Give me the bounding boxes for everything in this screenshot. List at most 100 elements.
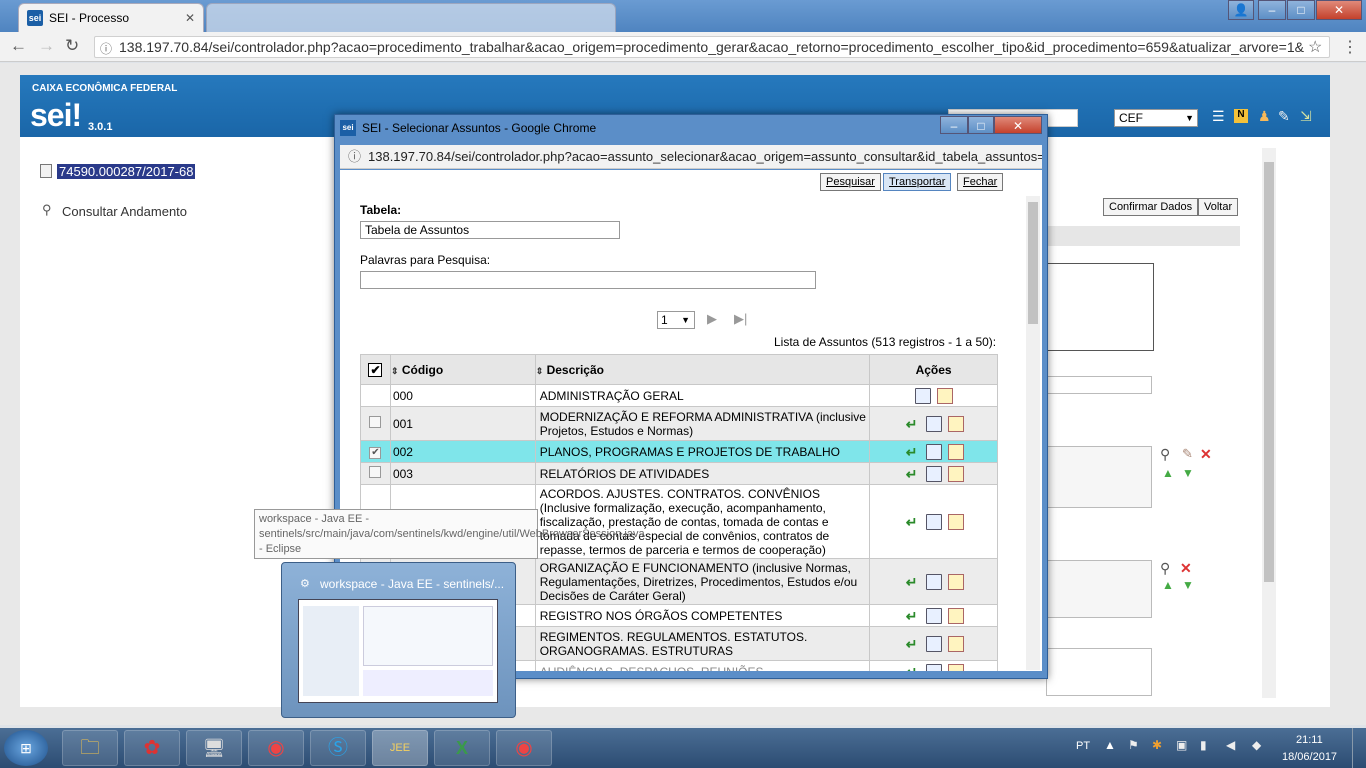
process-number[interactable]: 74590.000287/2017-68 [57,164,196,179]
clock-time[interactable]: 21:11 [1296,734,1323,746]
remove-interested-icon[interactable]: ✕ [1180,560,1192,577]
transport-icon[interactable]: ↵ [904,514,920,530]
browser-tab[interactable]: sei SEI - Processo ✕ [18,3,204,32]
skype-icon[interactable]: Ⓢ [310,730,366,766]
menu-list-icon[interactable]: ☰ [1212,108,1225,125]
unit-select[interactable]: CEF ▼ [1114,109,1198,127]
maximize-button[interactable]: □ [1287,0,1315,20]
user-icon[interactable]: ♟ [1258,108,1271,125]
edit-icon[interactable] [947,415,964,432]
tray-app-icon[interactable]: ✱ [1152,738,1162,752]
move-up-icon[interactable]: ▲ [1162,466,1174,480]
edit-icon[interactable] [947,443,964,460]
close-window-button[interactable]: ✕ [1316,0,1362,20]
back-button[interactable]: Voltar [1198,198,1239,216]
view-icon[interactable] [925,465,942,482]
transport-icon[interactable]: ↵ [904,466,920,482]
move-down-icon[interactable]: ▼ [1182,466,1194,480]
subjects-list[interactable] [1046,446,1152,508]
tray-extra-icon[interactable]: ◆ [1252,738,1261,752]
chrome-icon[interactable]: ◉ [248,730,304,766]
view-icon[interactable] [925,443,942,460]
pesquisar-button[interactable]: Pesquisar [820,173,881,191]
remote-desktop-icon[interactable]: 🖥 [186,730,242,766]
observations-textarea[interactable] [1046,648,1152,696]
text-area-box[interactable] [1046,263,1154,351]
edit-icon[interactable] [947,663,964,671]
col-descricao[interactable]: Descrição [547,363,604,377]
confirm-data-button[interactable]: Confirmar Dados [1103,198,1199,216]
network-icon[interactable]: ▮ [1200,738,1207,752]
table-row[interactable]: 000 ADMINISTRAÇÃO GERAL [360,384,998,407]
view-icon[interactable] [925,607,942,624]
browser-tab-background[interactable] [206,3,616,32]
view-icon[interactable] [925,513,942,530]
transport-icon[interactable]: ↵ [904,574,920,590]
view-icon[interactable] [925,415,942,432]
sort-codigo-icon[interactable]: ⇕ [391,366,399,376]
tray-arrow-icon[interactable]: ▲ [1104,738,1116,752]
excel-icon[interactable]: X [434,730,490,766]
taskbar-preview[interactable]: ⚙ workspace - Java EE - sentinels/... [281,562,516,718]
consultar-andamento-link[interactable]: Consultar Andamento [62,204,187,219]
eclipse-javaee-icon[interactable]: JEE [372,730,428,766]
bookmark-star-icon[interactable]: ☆ [1308,37,1322,57]
app-red-icon[interactable]: ✿ [124,730,180,766]
volume-icon[interactable]: ◀ [1226,738,1235,752]
transport-icon[interactable]: ↵ [904,444,920,460]
show-desktop-button[interactable] [1352,728,1366,768]
transport-icon[interactable]: ↵ [904,416,920,432]
transport-icon[interactable]: ↵ [904,664,920,672]
edit-icon[interactable] [947,573,964,590]
fechar-button[interactable]: Fechar [957,173,1004,191]
minimize-button[interactable]: – [1258,0,1286,20]
user-profile-button[interactable]: 👤 [1228,0,1254,20]
dialog-minimize-button[interactable]: – [940,116,968,134]
table-row[interactable]: ✔ 002 PLANOS, PROGRAMAS E PROJETOS DE TR… [360,440,998,463]
back-icon[interactable]: ← [10,36,27,56]
move-down-icon-2[interactable]: ▼ [1182,578,1194,592]
transport-icon[interactable]: ↵ [904,608,920,624]
search-subject-icon[interactable]: ⚲ [1160,446,1170,463]
notes-icon[interactable]: N [1234,109,1248,123]
page-select[interactable]: 1 ▼ [657,311,695,329]
address-bar[interactable]: 138.197.70.84/sei/controlador.php?acao=p… [94,36,1330,58]
clock-date[interactable]: 18/06/2017 [1282,751,1337,763]
forward-icon[interactable]: → [38,36,55,56]
table-row[interactable]: 003 RELATÓRIOS DE ATIVIDADES ↵ [360,462,998,485]
tabela-field[interactable]: Tabela de Assuntos [360,221,620,239]
interested-list[interactable] [1046,560,1152,618]
edit-icon[interactable] [947,465,964,482]
dialog-scrollbar[interactable] [1026,196,1040,670]
row-checkbox[interactable]: ✔ [369,447,382,459]
dialog-maximize-button[interactable]: □ [968,116,994,134]
edit-icon[interactable] [947,607,964,624]
view-icon[interactable] [914,387,931,404]
exit-icon[interactable]: ⇲ [1300,108,1312,125]
edit-icon[interactable] [936,387,953,404]
tray-device-icon[interactable]: ▣ [1176,738,1187,752]
tab-close-icon[interactable]: ✕ [185,11,195,25]
sort-descricao-icon[interactable]: ⇕ [536,366,544,376]
start-button[interactable]: ⊞ [4,730,48,766]
search-interested-icon[interactable]: ⚲ [1160,560,1170,577]
last-page-icon[interactable]: ▶| [734,311,747,327]
move-up-icon-2[interactable]: ▲ [1162,578,1174,592]
language-indicator[interactable]: PT [1076,740,1090,752]
row-checkbox[interactable] [369,466,382,478]
table-row[interactable]: 001 MODERNIZAÇÃO E REFORMA ADMINISTRATIV… [360,406,998,441]
input-box[interactable] [1046,376,1152,394]
reload-icon[interactable]: ↻ [65,36,79,56]
col-codigo[interactable]: Código [402,363,443,377]
page-scrollbar[interactable] [1262,148,1276,698]
edit-icon[interactable] [947,513,964,530]
view-icon[interactable] [925,663,942,671]
tools-icon[interactable]: ✎ [1278,108,1290,125]
transport-icon[interactable]: ↵ [904,636,920,652]
palavras-input[interactable] [360,271,816,289]
view-icon[interactable] [925,573,942,590]
transportar-button[interactable]: Transportar [883,173,952,191]
row-checkbox[interactable] [369,416,382,428]
remove-subject-icon[interactable]: ✕ [1200,446,1212,463]
chrome-icon-2[interactable]: ◉ [496,730,552,766]
